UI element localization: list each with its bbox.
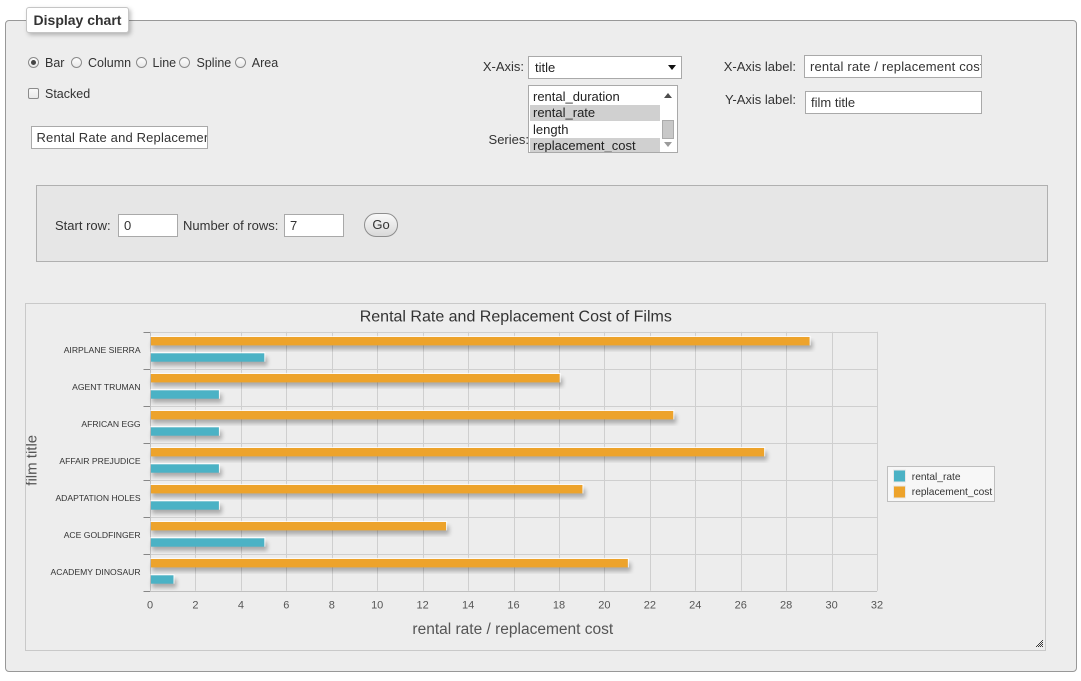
svg-text:22: 22 [644, 600, 656, 612]
svg-text:rental_rate: rental_rate [912, 472, 961, 483]
svg-text:12: 12 [417, 600, 429, 612]
svg-text:replacement_cost: replacement_cost [912, 487, 993, 498]
svg-text:16: 16 [507, 600, 519, 612]
svg-text:ADAPTATION HOLES: ADAPTATION HOLES [55, 493, 140, 503]
svg-text:rental rate / replacement cost: rental rate / replacement cost [412, 621, 613, 638]
svg-text:20: 20 [598, 600, 610, 612]
svg-text:2: 2 [192, 600, 198, 612]
svg-text:32: 32 [871, 600, 883, 612]
svg-text:AFRICAN EGG: AFRICAN EGG [81, 419, 141, 429]
svg-text:AGENT TRUMAN: AGENT TRUMAN [72, 382, 140, 392]
svg-text:0: 0 [147, 600, 153, 612]
svg-text:18: 18 [553, 600, 565, 612]
svg-text:30: 30 [825, 600, 837, 612]
svg-text:10: 10 [371, 600, 383, 612]
svg-text:6: 6 [283, 600, 289, 612]
svg-text:28: 28 [780, 600, 792, 612]
svg-text:AFFAIR PREJUDICE: AFFAIR PREJUDICE [59, 456, 140, 466]
svg-text:14: 14 [462, 600, 474, 612]
svg-text:26: 26 [735, 600, 747, 612]
svg-text:AIRPLANE SIERRA: AIRPLANE SIERRA [64, 345, 141, 355]
svg-text:4: 4 [238, 600, 244, 612]
svg-text:ACE GOLDFINGER: ACE GOLDFINGER [64, 530, 141, 540]
svg-text:24: 24 [689, 600, 701, 612]
svg-text:Rental Rate and Replacement Co: Rental Rate and Replacement Cost of Film… [360, 309, 672, 326]
svg-text:film title: film title [26, 435, 41, 486]
svg-text:ACADEMY DINOSAUR: ACADEMY DINOSAUR [51, 567, 141, 577]
svg-text:8: 8 [329, 600, 335, 612]
